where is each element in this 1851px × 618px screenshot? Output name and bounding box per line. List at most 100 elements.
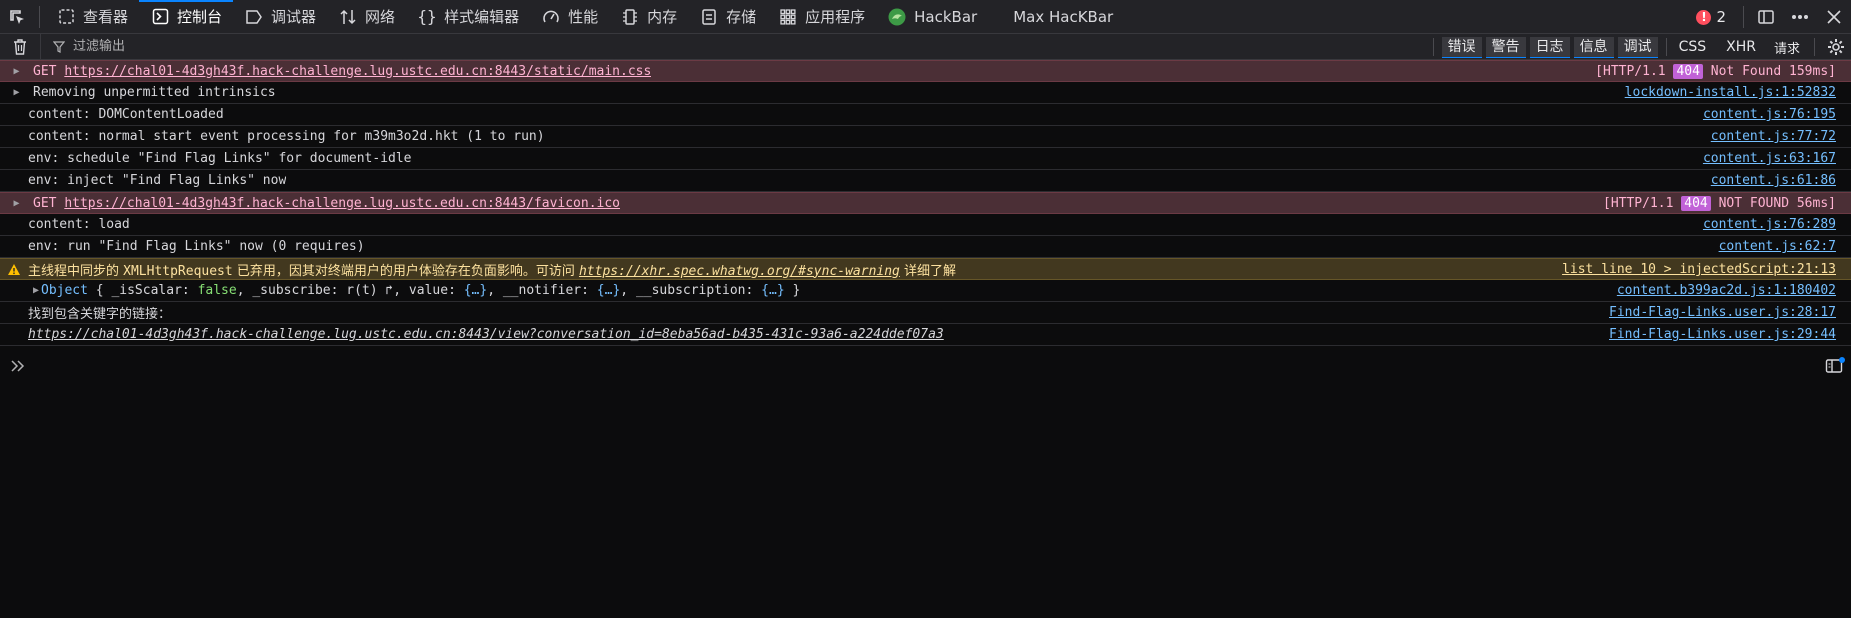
log-row-warning: 主线程中同步的 XMLHttpRequest 已弃用，因其对终端用户的用户体验存… [0, 258, 1851, 280]
clear-console-button[interactable] [0, 34, 40, 60]
source-location-link[interactable]: content.js:61:86 [1711, 170, 1836, 192]
tab-memory[interactable]: 内存 [609, 0, 688, 34]
log-row: content: DOMContentLoaded content.js:76:… [0, 104, 1851, 126]
source-location-link[interactable]: Find-Flag-Links.user.js:28:17 [1609, 302, 1836, 324]
expand-arrow-icon[interactable]: ▶ [0, 87, 33, 98]
expand-arrow-icon[interactable]: ▶ [0, 66, 33, 77]
object-type: Object [41, 283, 88, 298]
toolbar-separator [39, 5, 40, 28]
source-location-link[interactable]: content.js:76:195 [1703, 104, 1836, 126]
hackbar-icon [887, 7, 907, 27]
tab-storage[interactable]: 存储 [688, 0, 767, 34]
tab-label: 控制台 [177, 8, 223, 26]
expand-arrow-icon[interactable]: ▶ [0, 198, 33, 209]
filter-xhr-button[interactable]: XHR [1716, 39, 1766, 55]
log-message: 主线程中同步的 XMLHttpRequest 已弃用，因其对终端用户的用户体验存… [28, 260, 956, 279]
tab-label: HackBar [914, 7, 978, 26]
filter-info-button[interactable]: 信息 [1573, 36, 1614, 58]
console-toolbar: 错误 警告 日志 信息 调试 CSS XHR 请求 [0, 33, 1851, 60]
request-url[interactable]: https://chal01-4d3gh43f.hack-challenge.l… [64, 64, 651, 79]
source-location-link[interactable]: content.b399ac2d.js:1:180402 [1617, 280, 1836, 302]
request-method: GET [33, 63, 57, 79]
tab-style-editor[interactable]: {} 样式编辑器 [406, 0, 530, 34]
tab-debugger[interactable]: 调试器 [233, 0, 327, 34]
storage-icon [699, 7, 719, 27]
element-picker-button[interactable] [0, 0, 34, 34]
log-level-filters: 错误 警告 日志 信息 调试 CSS XHR 请求 [1427, 34, 1851, 60]
editor-mode-button[interactable] [1823, 357, 1845, 375]
request-method: GET [33, 195, 57, 211]
toolbar-separator [1814, 38, 1815, 56]
tabbar-right-controls: ! 2 [1684, 0, 1851, 34]
expand-arrow-icon[interactable]: ▶ [0, 285, 41, 296]
console-input-line [0, 354, 1851, 378]
trash-icon [14, 38, 26, 55]
tab-console[interactable]: 控制台 [139, 0, 234, 34]
log-row: https://chal01-4d3gh43f.hack-challenge.l… [0, 324, 1851, 346]
source-location-link[interactable]: list line 10 > injectedScript:21:13 [1562, 259, 1836, 281]
request-url[interactable]: https://chal01-4d3gh43f.hack-challenge.l… [64, 196, 620, 211]
tab-hackbar[interactable]: HackBar [876, 0, 988, 34]
filter-icon [53, 40, 65, 53]
error-count-button[interactable]: ! 2 [1684, 8, 1738, 26]
log-row: content: load content.js:76:289 [0, 214, 1851, 236]
console-settings-button[interactable] [1821, 34, 1851, 60]
tab-network[interactable]: 网络 [327, 0, 406, 34]
log-message: content: normal start event processing f… [28, 129, 545, 144]
log-message: env: inject "Find Flag Links" now [28, 173, 287, 188]
source-location-link[interactable]: content.js:77:72 [1711, 126, 1836, 148]
tab-max-hackbar[interactable]: Max HacKBar [988, 0, 1138, 34]
jump-to-definition-icon[interactable]: ↱ [378, 283, 393, 298]
log-message: GET https://chal01-4d3gh43f.hack-challen… [33, 64, 651, 79]
status-protocol: [HTTP/1.1 [1595, 64, 1666, 79]
log-row: env: run "Find Flag Links" now (0 requir… [0, 236, 1851, 258]
dock-options-button[interactable] [1749, 0, 1783, 34]
tab-performance[interactable]: 性能 [530, 0, 609, 34]
filter-css-button[interactable]: CSS [1673, 39, 1717, 55]
close-icon [1827, 10, 1841, 24]
filter-debug-button[interactable]: 调试 [1617, 36, 1658, 58]
log-message: content: load [28, 217, 130, 232]
source-location-link[interactable]: content.js:76:289 [1703, 214, 1836, 236]
more-options-button[interactable] [1783, 0, 1817, 34]
log-row: env: schedule "Find Flag Links" for docu… [0, 148, 1851, 170]
tab-application[interactable]: 应用程序 [767, 0, 876, 34]
object-key: _subscribe [252, 283, 331, 298]
style-editor-icon: {} [417, 7, 437, 26]
application-icon [778, 7, 798, 27]
filter-requests-button[interactable]: 请求 [1766, 38, 1808, 57]
object-preview[interactable]: Object { _isScalar: false, _subscribe: r… [41, 283, 800, 298]
source-location-link[interactable]: content.js:63:167 [1703, 148, 1836, 170]
toolbar-separator [1432, 38, 1434, 56]
filter-input[interactable] [71, 38, 375, 55]
object-value: r(t) [346, 283, 378, 298]
filter-errors-button[interactable]: 错误 [1441, 36, 1482, 58]
console-input[interactable] [36, 357, 1800, 375]
object-value: {…} [596, 283, 621, 298]
log-row: env: inject "Find Flag Links" now conten… [0, 170, 1851, 192]
object-key: value [408, 283, 449, 298]
log-message: env: run "Find Flag Links" now (0 requir… [28, 239, 365, 254]
log-message: Removing unpermitted intrinsics [33, 85, 276, 100]
object-key: __notifier [502, 283, 582, 298]
log-message: env: schedule "Find Flag Links" for docu… [28, 151, 412, 166]
tab-label: 调试器 [271, 8, 317, 26]
log-row-network-error[interactable]: ▶ GET https://chal01-4d3gh43f.hack-chall… [0, 192, 1851, 214]
filter-logs-button[interactable]: 日志 [1529, 36, 1570, 58]
log-row-network-error[interactable]: ▶ GET https://chal01-4d3gh43f.hack-chall… [0, 60, 1851, 82]
status-protocol: [HTTP/1.1 [1603, 196, 1674, 211]
tab-inspector[interactable]: 查看器 [45, 0, 139, 34]
filter-warnings-button[interactable]: 警告 [1485, 36, 1526, 58]
source-location-link[interactable]: content.js:62:7 [1719, 236, 1836, 258]
tab-label: 存储 [726, 8, 757, 26]
warning-learn-more-link[interactable]: https://xhr.spec.whatwg.org/#sync-warnin… [579, 264, 900, 279]
tab-label: 样式编辑器 [444, 8, 520, 26]
warning-text: 已弃用，因其对终端用户的用户体验存在负面影响。可访问 [232, 263, 579, 279]
close-devtools-button[interactable] [1817, 0, 1851, 34]
performance-icon [541, 7, 561, 27]
log-message: GET https://chal01-4d3gh43f.hack-challen… [33, 196, 620, 211]
console-output: ▶ GET https://chal01-4d3gh43f.hack-chall… [0, 60, 1851, 346]
source-location-link[interactable]: lockdown-install.js:1:52832 [1625, 82, 1836, 104]
flag-link[interactable]: https://chal01-4d3gh43f.hack-challenge.l… [28, 327, 944, 342]
source-location-link[interactable]: Find-Flag-Links.user.js:29:44 [1609, 324, 1836, 346]
